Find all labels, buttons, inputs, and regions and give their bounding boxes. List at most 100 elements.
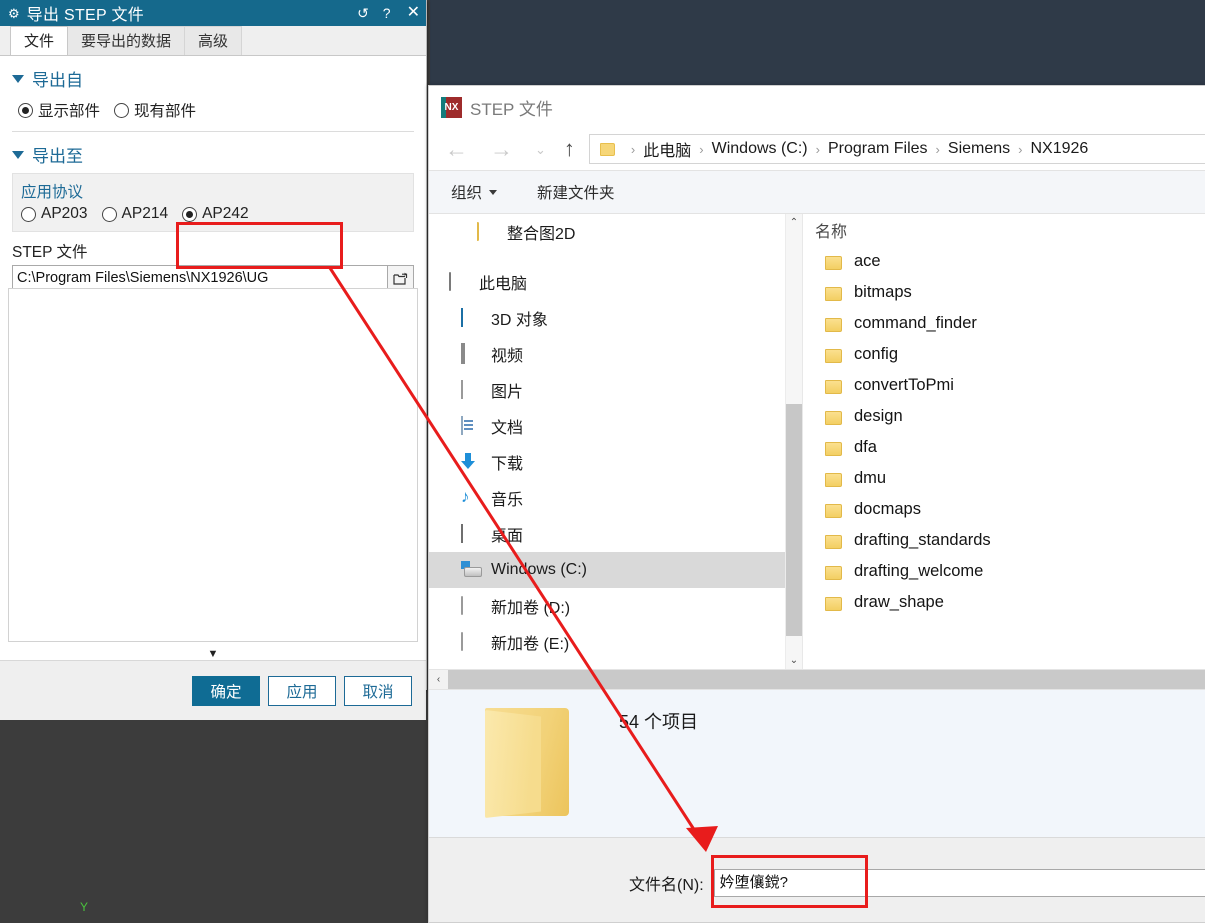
organize-button[interactable]: 组织 — [451, 181, 498, 203]
file-name: ace — [854, 252, 881, 270]
radio-ap242[interactable] — [182, 206, 198, 222]
this-pc-icon — [449, 272, 469, 291]
radio-display-part[interactable] — [18, 102, 33, 118]
tree-item-videos[interactable]: 视频 — [429, 336, 785, 372]
y-axis-label: Y — [80, 900, 89, 914]
export-to-title: 导出至 — [32, 147, 83, 166]
breadcrumb-separator: › — [815, 141, 820, 157]
tree-item-label: 音乐 — [491, 492, 524, 509]
file-name: drafting_standards — [854, 531, 991, 549]
drive-icon — [461, 596, 481, 615]
breadcrumb-item-2[interactable]: Program Files — [828, 140, 928, 158]
scroll-left-icon[interactable]: ‹ — [429, 670, 448, 690]
list-item[interactable]: command_finder — [803, 308, 1205, 339]
organize-label: 组织 — [451, 185, 483, 202]
radio-ap214[interactable] — [101, 206, 117, 222]
file-name: design — [854, 407, 903, 425]
list-item[interactable]: config — [803, 339, 1205, 370]
item-count-label: 54 个项目 — [619, 712, 699, 732]
breadcrumb[interactable]: › 此电脑 › Windows (C:) › Program Files › S… — [588, 134, 1205, 164]
tree-item-3d-objects[interactable]: 3D 对象 — [429, 300, 785, 336]
recent-locations-icon[interactable]: ⌄ — [535, 143, 546, 156]
radio-ap203[interactable] — [21, 206, 36, 222]
tree-vertical-scrollbar[interactable]: ⌃ ⌄ — [785, 214, 803, 669]
new-folder-button[interactable]: 新建文件夹 — [537, 181, 615, 203]
back-icon[interactable]: ← — [445, 137, 468, 161]
list-item[interactable]: drafting_welcome — [803, 556, 1205, 587]
file-list-pane: ⌃ 名称 ace bitmaps command_finder config c… — [802, 214, 1205, 669]
folder-icon — [825, 441, 842, 456]
tab-data-to-export[interactable]: 要导出的数据 — [67, 26, 186, 55]
list-horizontal-scrollbar[interactable]: ‹ — [429, 669, 1205, 690]
tree-item-documents[interactable]: 文档 — [429, 408, 785, 444]
tree-item-folder[interactable]: 整合图2D — [429, 214, 785, 250]
list-item[interactable]: draw_shape — [803, 587, 1205, 618]
expand-more-icon[interactable]: ▼ — [0, 648, 426, 660]
tree-item-windows-c[interactable]: Windows (C:) — [429, 552, 785, 588]
folder-icon — [825, 317, 842, 332]
filename-input[interactable]: 妗堕儴鎲? — [713, 868, 1205, 897]
tree-item-label: 新加卷 (D:) — [491, 600, 571, 617]
file-name: drafting_welcome — [854, 562, 984, 580]
tree-item-label: 整合图2D — [507, 226, 576, 243]
cancel-button[interactable]: 取消 — [344, 675, 412, 706]
filename-label: 文件名(N): — [629, 876, 704, 894]
close-icon[interactable]: ✕ — [407, 5, 420, 21]
ok-button[interactable]: 确定 — [192, 675, 260, 706]
forward-icon[interactable]: → — [490, 137, 513, 161]
folder-icon — [825, 596, 842, 611]
gear-icon: ⚙ — [8, 5, 20, 21]
tree-item-volume-d[interactable]: 新加卷 (D:) — [429, 588, 785, 624]
file-name: dfa — [854, 438, 877, 456]
tree-item-this-pc[interactable]: 此电脑 — [429, 264, 785, 300]
nx-logo-text: NX — [444, 101, 459, 113]
column-header-name[interactable]: ⌃ 名称 — [803, 214, 1205, 246]
export-from-header[interactable]: 导出自 — [0, 56, 426, 95]
list-item[interactable]: dmu — [803, 463, 1205, 494]
list-item[interactable]: design — [803, 401, 1205, 432]
tab-file[interactable]: 文件 — [10, 26, 69, 55]
tab-advanced[interactable]: 高级 — [184, 26, 243, 55]
application-protocol-label: 应用协议 — [21, 184, 84, 201]
dialog-tabs: 文件 要导出的数据 高级 — [0, 26, 426, 56]
dialog-title: 导出 STEP 文件 — [26, 7, 145, 24]
music-icon: ♪ — [461, 487, 470, 506]
breadcrumb-item-3[interactable]: Siemens — [948, 140, 1010, 158]
file-save-dialog: NX STEP 文件 ← → ⌄ ↑ › 此电脑 › Windows (C:) … — [428, 85, 1205, 923]
tree-item-music[interactable]: ♪ 音乐 — [429, 480, 785, 516]
radio-existing-part[interactable] — [114, 102, 130, 118]
list-item[interactable]: docmaps — [803, 494, 1205, 525]
list-item[interactable]: ace — [803, 246, 1205, 277]
radio-existing-part-label: 现有部件 — [134, 103, 197, 120]
dialog-titlebar: ⚙ 导出 STEP 文件 ↺ ? ✕ — [0, 0, 426, 26]
help-icon[interactable]: ? — [383, 6, 391, 20]
scroll-up-icon[interactable]: ⌃ — [786, 214, 802, 231]
list-item[interactable]: drafting_standards — [803, 525, 1205, 556]
breadcrumb-item-0[interactable]: 此电脑 — [643, 137, 691, 161]
breadcrumb-item-1[interactable]: Windows (C:) — [712, 140, 808, 158]
up-icon[interactable]: ↑ — [564, 138, 575, 160]
tree-item-volume-e[interactable]: 新加卷 (E:) — [429, 624, 785, 660]
apply-button[interactable]: 应用 — [268, 675, 336, 706]
tree-item-downloads[interactable]: 下载 — [429, 444, 785, 480]
tree-item-pictures[interactable]: 图片 — [429, 372, 785, 408]
reset-icon[interactable]: ↺ — [357, 6, 369, 20]
tree-item-label: 视频 — [491, 348, 524, 365]
breadcrumb-separator: › — [630, 141, 636, 157]
chevron-down-icon — [489, 189, 498, 195]
scroll-down-icon[interactable]: ⌄ — [786, 652, 802, 669]
tree-item-desktop[interactable]: 桌面 — [429, 516, 785, 552]
file-name: draw_shape — [854, 593, 944, 611]
scrollbar-thumb[interactable] — [786, 404, 803, 636]
breadcrumb-item-4[interactable]: NX1926 — [1030, 140, 1088, 158]
nx-app-icon: NX — [441, 96, 462, 118]
tree-item-label: 3D 对象 — [491, 312, 548, 329]
tree-item-label: 下载 — [491, 456, 524, 473]
radio-ap203-label: AP203 — [41, 205, 88, 222]
scrollbar-thumb[interactable] — [448, 669, 1205, 690]
folder-icon — [825, 255, 842, 270]
list-item[interactable]: dfa — [803, 432, 1205, 463]
export-to-header[interactable]: 导出至 — [0, 132, 426, 171]
list-item[interactable]: bitmaps — [803, 277, 1205, 308]
list-item[interactable]: convertToPmi — [803, 370, 1205, 401]
